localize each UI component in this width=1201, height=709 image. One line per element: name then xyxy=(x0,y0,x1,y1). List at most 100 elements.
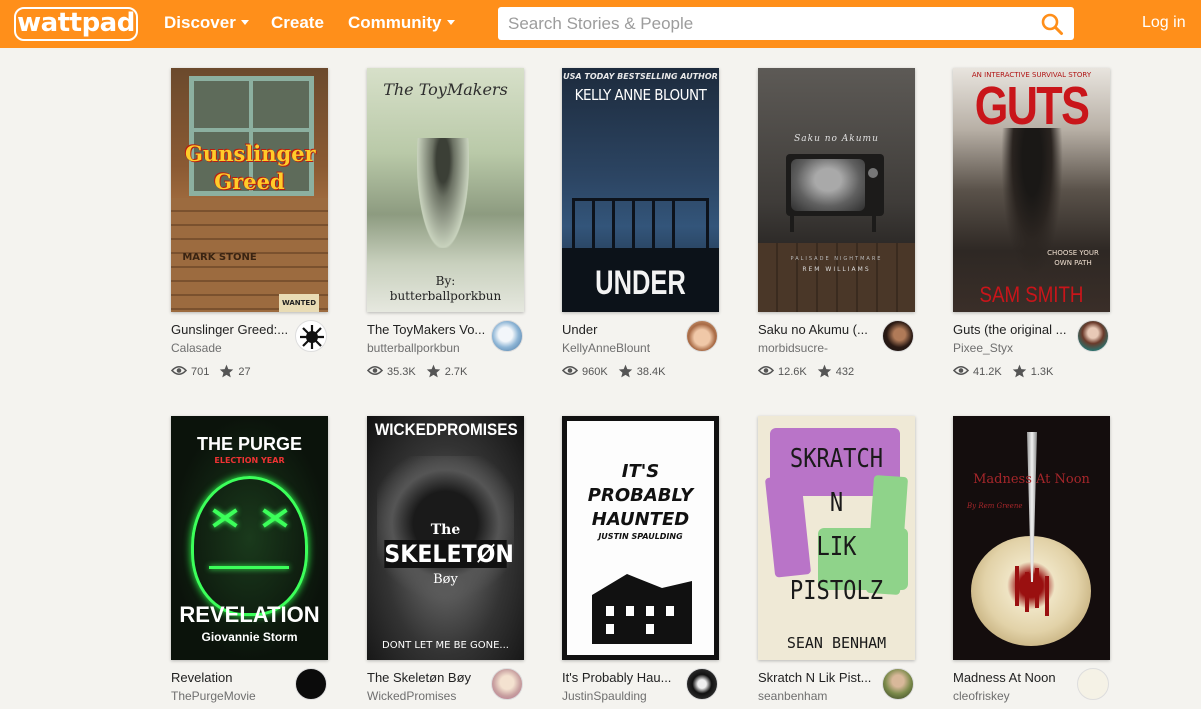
story-author[interactable]: Pixee_Styx xyxy=(953,341,1071,355)
author-avatar[interactable] xyxy=(491,320,523,352)
cover-sub: ELECTION YEAR xyxy=(214,456,285,465)
cover-title: UNDER xyxy=(595,264,686,302)
cover-title: REVELATION xyxy=(179,602,320,627)
cover-title: Saku no Akumu xyxy=(794,134,879,144)
story-stats: 701 27 xyxy=(170,364,251,380)
search-input[interactable] xyxy=(508,7,1028,40)
author-avatar[interactable] xyxy=(882,320,914,352)
cover-author: KELLY ANNE BLOUNT xyxy=(574,86,707,104)
nav-create[interactable]: Create xyxy=(271,12,324,34)
story-title[interactable]: It's Probably Hau... xyxy=(562,670,680,686)
login-link[interactable]: Log in xyxy=(1142,13,1186,33)
votes-count: 1.3K xyxy=(1030,366,1054,378)
eye-icon xyxy=(757,366,775,376)
story-author[interactable]: KellyAnneBlount xyxy=(562,341,680,355)
story-author[interactable]: morbidsucre- xyxy=(758,341,876,355)
story-title[interactable]: Gunslinger Greed:... xyxy=(171,322,289,338)
story-author[interactable]: JustinSpaulding xyxy=(562,689,680,703)
votes-count: 2.7K xyxy=(444,366,468,378)
story-title[interactable]: Skratch N Lik Pist... xyxy=(758,670,876,686)
story-author[interactable]: seanbenham xyxy=(758,689,876,703)
views-count: 960K xyxy=(582,366,608,378)
story-cover[interactable]: IT'S PROBABLY HAUNTED JUSTIN SPAULDING xyxy=(562,416,719,660)
views-count: 35.3K xyxy=(387,366,416,378)
story-author[interactable]: cleofriskey xyxy=(953,689,1071,703)
story-title[interactable]: Madness At Noon xyxy=(953,670,1071,686)
story-stats: 41.2K 1.3K xyxy=(952,364,1054,380)
cover-title: SKELETØN xyxy=(384,540,514,568)
cover-author: butterballporkbun xyxy=(389,289,502,303)
top-navigation-bar: wattpad Discover Create Community Log in xyxy=(0,0,1201,48)
author-avatar[interactable] xyxy=(295,668,327,700)
cover-title: Gunslinger Greed xyxy=(185,141,316,194)
nav-community[interactable]: Community xyxy=(348,12,455,34)
story-author[interactable]: WickedPromises xyxy=(367,689,485,703)
eye-icon xyxy=(561,366,579,376)
story-cover[interactable]: THE PURGE ELECTION YEAR REVELATION Giova… xyxy=(171,416,328,660)
star-icon xyxy=(426,364,440,377)
star-icon xyxy=(1012,364,1026,377)
wattpad-logo[interactable]: wattpad xyxy=(14,7,138,41)
story-cover[interactable]: AN INTERACTIVE SURVIVAL STORY GUTS CHOOS… xyxy=(953,68,1110,312)
votes-count: 432 xyxy=(835,366,855,378)
story-title[interactable]: Saku no Akumu (... xyxy=(758,322,876,338)
cover-line2: N xyxy=(829,488,844,518)
nav-community-label: Community xyxy=(348,13,442,32)
eye-icon xyxy=(366,366,384,376)
cover-the: The xyxy=(430,522,461,538)
story-stats: 960K 38.4K xyxy=(561,364,666,380)
cover-author: SAM SMITH xyxy=(979,282,1084,307)
cover-author: SEAN BENHAM xyxy=(786,634,887,652)
story-stats: 35.3K 2.7K xyxy=(366,364,468,380)
story-cover[interactable]: WICKEDPROMISES The SKELETØN Bøy DONT LET… xyxy=(367,416,524,660)
cover-author: By Rem Greene xyxy=(967,502,1023,510)
author-avatar[interactable] xyxy=(1077,320,1109,352)
story-cover[interactable]: Gunslinger Greed MARK STONE WANTED xyxy=(171,68,328,312)
cover-title: The ToyMakers xyxy=(383,80,508,99)
story-stats: 12.6K 432 xyxy=(757,364,855,380)
nav-create-label: Create xyxy=(271,13,324,32)
cover-boy: Bøy xyxy=(433,572,458,587)
search-box xyxy=(498,7,1074,40)
nav-discover[interactable]: Discover xyxy=(164,12,249,34)
story-cover[interactable]: The ToyMakers By: butterballporkbun xyxy=(367,68,524,312)
votes-count: 27 xyxy=(238,366,251,378)
search-icon[interactable] xyxy=(1040,12,1064,36)
story-title[interactable]: Revelation xyxy=(171,670,289,686)
story-cover[interactable]: Saku no Akumu PALISADE NIGHTMARE REM WIL… xyxy=(758,68,915,312)
story-title[interactable]: The Skeletøn Bøy xyxy=(367,670,485,686)
cover-line1: SKRATCH xyxy=(789,444,884,474)
story-author[interactable]: Calasade xyxy=(171,341,289,355)
author-avatar[interactable] xyxy=(1077,668,1109,700)
author-avatar[interactable] xyxy=(491,668,523,700)
cover-line4: PISTOLZ xyxy=(789,576,884,606)
cover-tagline: USA TODAY BESTSELLING AUTHOR xyxy=(563,72,718,81)
star-icon xyxy=(618,364,632,377)
eye-icon xyxy=(952,366,970,376)
views-count: 41.2K xyxy=(973,366,1002,378)
votes-count: 38.4K xyxy=(636,366,666,378)
story-title[interactable]: Under xyxy=(562,322,680,338)
star-icon xyxy=(817,364,831,377)
story-cover[interactable]: USA TODAY BESTSELLING AUTHOR KELLY ANNE … xyxy=(562,68,719,312)
story-author[interactable]: ThePurgeMovie xyxy=(171,689,289,703)
cover-author: REM WILLIAMS xyxy=(802,266,871,273)
story-author[interactable]: butterballporkbun xyxy=(367,341,485,355)
cover-top: WICKEDPROMISES xyxy=(374,420,518,439)
author-avatar[interactable] xyxy=(686,668,718,700)
cover-title: GUTS xyxy=(974,76,1090,136)
cover-title: Madness At Noon xyxy=(973,472,1090,487)
story-cover[interactable]: SKRATCH N LIK PISTOLZ SEAN BENHAM xyxy=(758,416,915,660)
chevron-down-icon xyxy=(240,20,249,26)
star-icon xyxy=(220,364,234,377)
author-avatar[interactable] xyxy=(686,320,718,352)
story-cover[interactable]: Madness At Noon By Rem Greene xyxy=(953,416,1110,660)
author-avatar[interactable] xyxy=(295,320,327,352)
author-avatar[interactable] xyxy=(882,668,914,700)
cover-bottom: DONT LET ME BE GONE... xyxy=(382,640,509,651)
story-title[interactable]: Guts (the original ... xyxy=(953,322,1071,338)
story-title[interactable]: The ToyMakers Vo... xyxy=(367,322,485,338)
views-count: 12.6K xyxy=(778,366,807,378)
cover-title: IT'S PROBABLY HAUNTED xyxy=(587,461,694,530)
views-count: 701 xyxy=(191,366,210,378)
